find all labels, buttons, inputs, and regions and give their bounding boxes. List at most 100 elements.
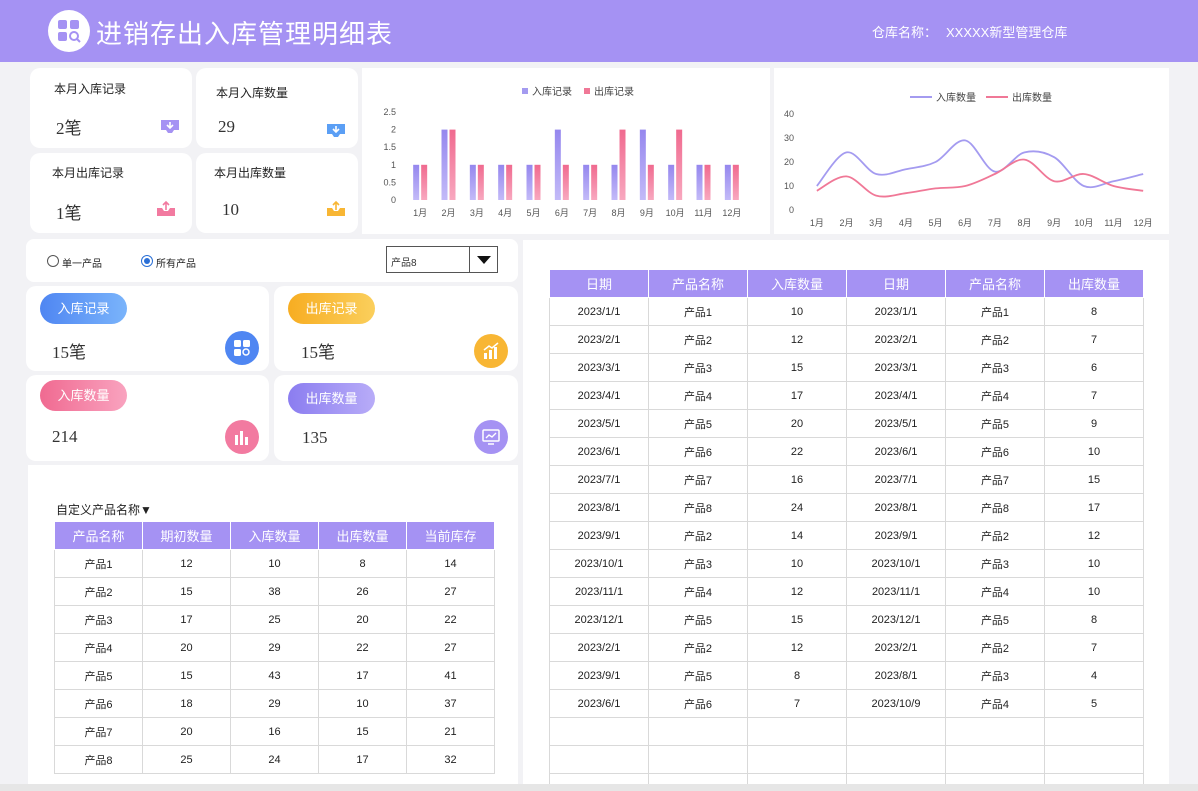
table-cell[interactable]: 17 [318, 745, 407, 774]
table-cell[interactable]: 产品8 [945, 493, 1045, 522]
table-cell[interactable]: 10 [1044, 437, 1144, 466]
table-cell[interactable]: 产品5 [945, 605, 1045, 634]
table-cell[interactable]: 7 [1044, 381, 1144, 410]
table-cell[interactable]: 16 [747, 465, 847, 494]
table-cell[interactable]: 15 [318, 717, 407, 746]
table-cell[interactable]: 产品2 [945, 633, 1045, 662]
table-cell[interactable]: 产品4 [54, 633, 143, 662]
table-cell[interactable]: 产品2 [648, 325, 748, 354]
table-cell[interactable]: 产品4 [945, 381, 1045, 410]
table-cell[interactable]: 产品2 [648, 633, 748, 662]
table-cell[interactable]: 10 [1044, 549, 1144, 578]
table-cell[interactable]: 产品3 [945, 661, 1045, 690]
table-cell[interactable]: 2023/10/1 [846, 549, 946, 578]
table-cell[interactable]: 产品5 [945, 409, 1045, 438]
table-cell[interactable]: 8 [318, 549, 407, 578]
table-cell[interactable] [846, 745, 946, 774]
table-cell[interactable] [1044, 717, 1144, 746]
table-cell[interactable]: 产品1 [648, 297, 748, 326]
table-cell[interactable]: 10 [747, 297, 847, 326]
table-cell[interactable]: 37 [406, 689, 495, 718]
table-cell[interactable]: 2023/2/1 [846, 633, 946, 662]
table-cell[interactable]: 20 [318, 605, 407, 634]
table-cell[interactable]: 产品3 [945, 549, 1045, 578]
table-cell[interactable]: 2023/7/1 [549, 465, 649, 494]
table-cell[interactable]: 20 [142, 717, 231, 746]
table-cell[interactable]: 12 [1044, 521, 1144, 550]
table-cell[interactable]: 8 [1044, 605, 1144, 634]
chevron-down-icon[interactable] [469, 247, 497, 272]
table-cell[interactable]: 2023/6/1 [549, 437, 649, 466]
table-cell[interactable]: 产品6 [54, 689, 143, 718]
table-cell[interactable]: 2023/11/1 [846, 577, 946, 606]
table-cell[interactable]: 产品7 [648, 465, 748, 494]
table-cell[interactable] [1044, 745, 1144, 774]
sheet-tabs-bar[interactable] [0, 784, 1198, 791]
table-cell[interactable]: 10 [230, 549, 319, 578]
table-cell[interactable]: 产品5 [54, 661, 143, 690]
table-cell[interactable]: 2023/3/1 [846, 353, 946, 382]
table-cell[interactable]: 2023/7/1 [846, 465, 946, 494]
table-cell[interactable]: 22 [747, 437, 847, 466]
table-cell[interactable]: 22 [318, 633, 407, 662]
table-cell[interactable]: 17 [1044, 493, 1144, 522]
table-cell[interactable]: 产品3 [945, 353, 1045, 382]
table-cell[interactable]: 2023/4/1 [846, 381, 946, 410]
table-cell[interactable]: 12 [747, 633, 847, 662]
table-cell[interactable]: 8 [1044, 297, 1144, 326]
table-cell[interactable]: 2023/12/1 [549, 605, 649, 634]
table-cell[interactable] [747, 745, 847, 774]
table-cell[interactable]: 2023/5/1 [846, 409, 946, 438]
table-cell[interactable]: 10 [318, 689, 407, 718]
table-cell[interactable]: 产品4 [945, 577, 1045, 606]
table-cell[interactable]: 产品6 [648, 689, 748, 718]
table-cell[interactable]: 29 [230, 689, 319, 718]
table-cell[interactable]: 32 [406, 745, 495, 774]
table-cell[interactable]: 7 [1044, 633, 1144, 662]
table-cell[interactable]: 产品4 [648, 381, 748, 410]
radio-all-products[interactable] [141, 255, 153, 267]
table-cell[interactable] [549, 745, 649, 774]
table-cell[interactable]: 4 [1044, 661, 1144, 690]
table-cell[interactable]: 20 [142, 633, 231, 662]
table-cell[interactable]: 产品7 [54, 717, 143, 746]
table-cell[interactable]: 产品2 [945, 521, 1045, 550]
table-cell[interactable]: 21 [406, 717, 495, 746]
table-cell[interactable] [945, 717, 1045, 746]
table-cell[interactable]: 2023/12/1 [846, 605, 946, 634]
table-cell[interactable]: 15 [1044, 465, 1144, 494]
table-cell[interactable]: 29 [230, 633, 319, 662]
table-cell[interactable]: 17 [142, 605, 231, 634]
table-cell[interactable]: 41 [406, 661, 495, 690]
custom-product-name-filter[interactable]: 自定义产品名称▼ [56, 501, 152, 518]
table-cell[interactable]: 12 [142, 549, 231, 578]
table-cell[interactable]: 24 [230, 745, 319, 774]
table-cell[interactable]: 2023/5/1 [549, 409, 649, 438]
table-cell[interactable]: 15 [747, 605, 847, 634]
table-cell[interactable]: 17 [318, 661, 407, 690]
table-cell[interactable]: 24 [747, 493, 847, 522]
table-cell[interactable]: 产品5 [648, 605, 748, 634]
table-cell[interactable]: 2023/9/1 [549, 521, 649, 550]
table-cell[interactable]: 2023/9/1 [846, 521, 946, 550]
product-dropdown[interactable]: 产品8 [386, 246, 498, 273]
table-cell[interactable]: 2023/2/1 [549, 325, 649, 354]
table-cell[interactable]: 25 [142, 745, 231, 774]
table-cell[interactable]: 产品2 [648, 521, 748, 550]
table-cell[interactable]: 25 [230, 605, 319, 634]
table-cell[interactable]: 2023/2/1 [846, 325, 946, 354]
table-cell[interactable]: 产品1 [945, 297, 1045, 326]
table-cell[interactable]: 14 [406, 549, 495, 578]
table-cell[interactable]: 6 [1044, 353, 1144, 382]
table-cell[interactable]: 2023/6/1 [549, 689, 649, 718]
table-cell[interactable]: 27 [406, 633, 495, 662]
table-cell[interactable] [549, 717, 649, 746]
table-cell[interactable]: 2023/3/1 [549, 353, 649, 382]
table-cell[interactable]: 产品1 [54, 549, 143, 578]
table-cell[interactable]: 产品8 [54, 745, 143, 774]
table-cell[interactable]: 产品6 [945, 437, 1045, 466]
table-cell[interactable]: 2023/6/1 [846, 437, 946, 466]
table-cell[interactable]: 15 [142, 661, 231, 690]
table-cell[interactable]: 18 [142, 689, 231, 718]
table-cell[interactable] [945, 745, 1045, 774]
